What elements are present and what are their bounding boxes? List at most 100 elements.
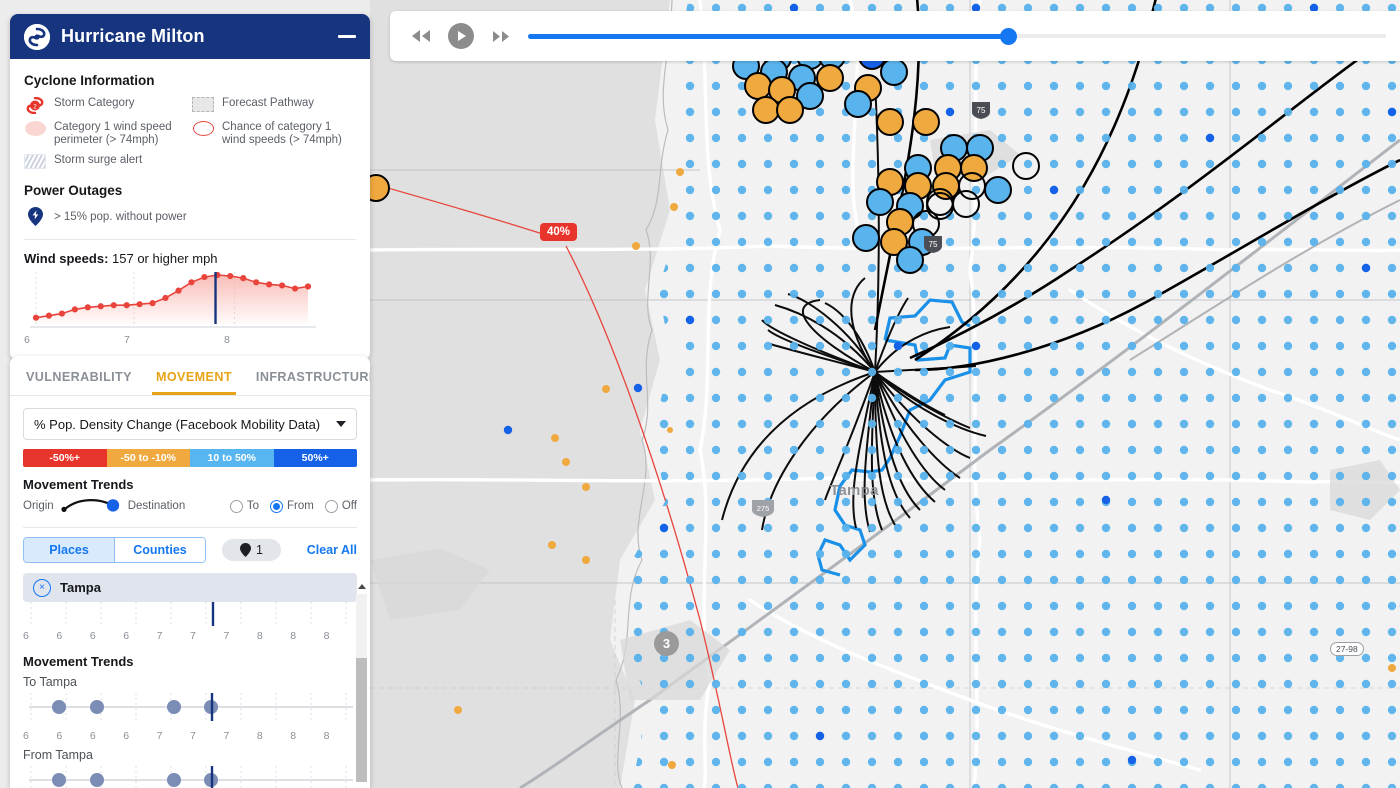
mini-trends-title: Movement Trends <box>23 654 134 669</box>
hurricane-icon <box>24 23 50 50</box>
axis-tick-1: 6 <box>56 630 63 642</box>
legend-label-forecast-pathway: Forecast Pathway <box>222 97 315 109</box>
radio-off[interactable]: Off <box>324 499 357 513</box>
map-probability-badge: 40% <box>540 223 578 241</box>
storm-surge-icon <box>24 154 46 169</box>
wind-speed-sparkline <box>30 271 316 328</box>
play-icon <box>448 23 474 49</box>
to-tampa-dot-chart <box>29 693 353 721</box>
rewind-icon[interactable] <box>404 19 438 53</box>
route-shield-i275: 275 <box>750 496 776 520</box>
selected-place-name: Tampa <box>60 580 101 595</box>
to-axis-tick-9: 8 <box>323 730 330 742</box>
to-tampa-axis: 6 6 6 6 7 7 7 8 8 8 <box>23 730 357 742</box>
minimize-button[interactable] <box>338 35 356 38</box>
legend-item-storm-category: 2 Storm Category <box>24 97 192 114</box>
scrolled-chart-axis: 6 6 6 6 7 7 7 8 8 8 <box>23 630 357 642</box>
remove-place-icon[interactable]: × <box>33 578 51 597</box>
movement-trends-title: Movement Trends <box>23 477 134 492</box>
route-shield-3: 3 <box>654 631 679 656</box>
axis-tick-2: 6 <box>89 630 96 642</box>
radio-to-label: To <box>246 500 260 512</box>
axis-tick-4: 7 <box>156 630 163 642</box>
panel-header: Hurricane Milton <box>10 14 370 59</box>
app-root: Tampa 40% 75 75 275 3 27-98 Hurricane Mi… <box>0 0 1400 788</box>
to-axis-tick-8: 8 <box>290 730 297 742</box>
cyclone-info-panel: Hurricane Milton Cyclone Information 2 S… <box>10 14 370 360</box>
radio-from[interactable]: From <box>270 499 314 513</box>
scrollbar-thumb[interactable] <box>356 658 367 782</box>
wind-speed-label-bold: Wind speeds: <box>24 251 109 266</box>
to-tampa-label: To Tampa <box>23 675 77 689</box>
svg-text:75: 75 <box>929 240 938 249</box>
radio-from-dot <box>270 499 284 513</box>
axis-tick-8: 8 <box>290 630 297 642</box>
legend-label-storm-surge: Storm surge alert <box>54 154 143 166</box>
from-tampa-chart <box>23 764 357 788</box>
panel-title: Hurricane Milton <box>61 26 205 46</box>
toggle-counties[interactable]: Counties <box>114 538 205 562</box>
scroll-up-arrow-icon[interactable] <box>358 584 366 589</box>
legend-label-cat1-perimeter: Category 1 wind speed perimeter (> 74mph… <box>54 121 172 146</box>
map-pin-icon <box>240 543 251 557</box>
places-counties-toggle: Places Counties <box>23 537 206 563</box>
timeline-slider-thumb[interactable] <box>1000 27 1018 45</box>
to-axis-tick-6: 7 <box>223 730 230 742</box>
panel-tabs: VULNERABILITY MOVEMENT INFRASTRUCTURE <box>10 356 370 396</box>
storm-category-icon: 2 <box>24 97 46 114</box>
wind-speed-axis: 6 7 8 <box>24 334 356 346</box>
to-axis-tick-7: 8 <box>256 730 263 742</box>
colorbar-segment-3: 50%+ <box>273 449 357 467</box>
timeline-slider-fill <box>528 33 1009 39</box>
playback-toolbar[interactable] <box>390 11 1400 61</box>
to-axis-tick-3: 6 <box>123 730 130 742</box>
axis-tick-3: 6 <box>123 630 130 642</box>
clear-all-button[interactable]: Clear All <box>307 543 357 557</box>
metric-select[interactable]: % Pop. Density Change (Facebook Mobility… <box>23 408 357 440</box>
route-shield-27-98: 27-98 <box>1330 642 1364 656</box>
movement-panel: VULNERABILITY MOVEMENT INFRASTRUCTURE % … <box>10 356 370 788</box>
timeline-slider[interactable] <box>528 25 1386 47</box>
tab-infrastructure[interactable]: INFRASTRUCTURE <box>252 368 370 395</box>
wind-axis-tick-2: 8 <box>224 334 230 346</box>
tab-vulnerability[interactable]: VULNERABILITY <box>22 368 136 395</box>
radio-to[interactable]: To <box>229 499 260 513</box>
route-shield-i75-north: 75 <box>970 98 992 122</box>
wind-speed-label: Wind speeds: 157 or higher mph <box>24 251 356 266</box>
fast-forward-icon[interactable] <box>484 19 518 53</box>
toggle-places[interactable]: Places <box>24 538 114 562</box>
origin-destination-row: Origin Destination To From Off <box>23 494 357 518</box>
metric-select-value: % Pop. Density Change (Facebook Mobility… <box>34 416 321 432</box>
colorbar-segment-0: -50%+ <box>23 449 107 467</box>
legend-item-cat1-perimeter: Category 1 wind speed perimeter (> 74mph… <box>24 121 192 147</box>
legend-label-chance-cat1: Chance of category 1 wind speeds (> 74mp… <box>222 121 342 146</box>
play-button[interactable] <box>444 19 478 53</box>
pin-count-badge: 1 <box>222 539 281 561</box>
wind-speed-chart <box>24 270 356 332</box>
legend-label-storm-category: Storm Category <box>54 97 135 109</box>
radio-off-dot <box>324 499 338 513</box>
route-shield-i75-south: 75 <box>922 232 944 256</box>
axis-tick-5: 7 <box>190 630 196 642</box>
tab-movement[interactable]: MOVEMENT <box>151 368 236 395</box>
density-colorbar: -50%+ -50 to -10% 10 to 50% 50%+ <box>23 449 357 467</box>
legend-item-storm-surge: Storm surge alert <box>24 154 192 169</box>
radio-from-label: From <box>287 500 314 512</box>
panel-scrollbar[interactable] <box>356 582 367 782</box>
to-axis-tick-4: 7 <box>156 730 163 742</box>
to-axis-tick-5: 7 <box>190 730 196 742</box>
to-axis-tick-1: 6 <box>56 730 63 742</box>
panel-body: Cyclone Information 2 Storm Category For… <box>10 59 370 360</box>
wind-speed-label-value: 157 or higher mph <box>108 251 218 266</box>
axis-tick-7: 8 <box>256 630 263 642</box>
colorbar-segment-1: -50 to -10% <box>106 449 190 467</box>
map-canvas[interactable]: Tampa 40% 75 75 275 3 27-98 <box>370 0 1400 788</box>
legend-item-forecast-pathway: Forecast Pathway <box>192 97 356 114</box>
to-axis-tick-2: 6 <box>89 730 96 742</box>
radio-to-dot <box>229 499 243 513</box>
map-movement-bubbles[interactable] <box>370 0 1400 788</box>
controls-divider <box>23 527 357 528</box>
colorbar-segment-2: 10 to 50% <box>190 449 274 467</box>
wind-axis-tick-0: 6 <box>24 334 30 346</box>
radio-off-label: Off <box>341 500 357 512</box>
